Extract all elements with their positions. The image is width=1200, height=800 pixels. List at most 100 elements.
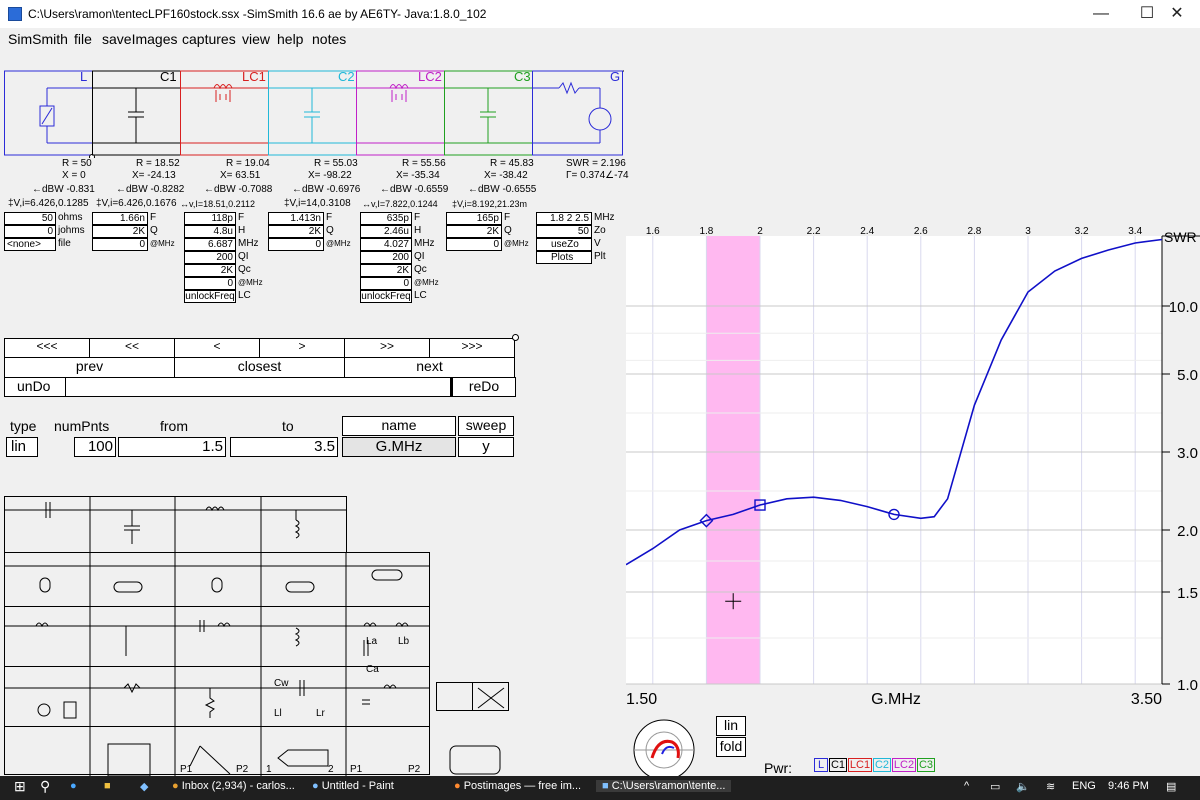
menu-bar: SimSmith file saveImages captures view h… (0, 28, 1200, 50)
nav-handle[interactable] (512, 334, 519, 341)
c3-value-0[interactable]: 165p (446, 212, 502, 225)
nav-first-button[interactable]: <<< (4, 338, 90, 358)
swr-chart-svg[interactable]: 1.6 1.8 2 2.2 2.4 2.6 2.8 3 3.2 3.4 10.0 5.0 3.0 2.0 1… (625, 222, 1200, 716)
lin-button[interactable]: lin (716, 716, 746, 736)
x-tick-label: 2.6 (914, 226, 928, 237)
c2-value-1[interactable]: 2K (268, 225, 324, 238)
sweep-field[interactable]: y (458, 437, 514, 457)
swr-chart[interactable]: 1.6 1.8 2 2.2 2.4 2.6 2.8 3 3.2 3.4 10.0 5.0 3.0 2.0 1… (625, 222, 1200, 716)
taskbar-firefox-label: Postimages — free im... (463, 780, 582, 792)
tray-language[interactable]: ENG (1072, 780, 1096, 792)
pwr-c2-toggle[interactable]: C2 (873, 758, 891, 772)
close-button[interactable]: ✕ (1154, 0, 1200, 28)
menu-view[interactable]: view (242, 31, 270, 47)
menu-notes[interactable]: notes (312, 31, 346, 47)
tray-volume-icon[interactable]: 🔈 (1016, 780, 1030, 793)
g-freq-value[interactable]: 1.8 2 2.5 (536, 212, 592, 225)
g-zo-value[interactable]: 50 (536, 225, 592, 238)
lc2-value-5[interactable]: 0 (360, 277, 412, 290)
tray-chevron-icon[interactable]: ^ (964, 780, 969, 792)
edge-icon[interactable]: ● (70, 780, 77, 792)
minimize-button[interactable]: — (1078, 0, 1124, 28)
l-value-1[interactable]: 0 (4, 225, 56, 238)
lc2-value-2[interactable]: 4.027 (360, 238, 412, 251)
nav-fastforward-button[interactable]: >> (344, 338, 430, 358)
palette-ca-label: Ca (366, 664, 379, 675)
nav-last-button[interactable]: >>> (429, 338, 515, 358)
name-field[interactable]: G.MHz (342, 437, 456, 457)
lc1-r: R = 19.04 (226, 158, 270, 169)
taskbar-explorer[interactable]: ■ C:\Users\ramon\tente... (596, 780, 732, 792)
taskbar-firefox[interactable]: ● Postimages — free im... (454, 780, 581, 792)
undo-history-bar[interactable] (65, 377, 451, 397)
c3-value-1[interactable]: 2K (446, 225, 502, 238)
pwr-c3-toggle[interactable]: C3 (917, 758, 935, 772)
app-icon-bird[interactable]: ◆ (140, 780, 148, 793)
c2-value-0[interactable]: 1.413n (268, 212, 324, 225)
lc1-value-0[interactable]: 118p (184, 212, 236, 225)
nav-forward-button[interactable]: > (259, 338, 345, 358)
usezo-button[interactable]: useZo (536, 238, 592, 251)
tray-battery-icon[interactable]: ▭ (990, 780, 1000, 793)
taskbar-paint[interactable]: ● Untitled - Paint (312, 780, 394, 792)
lc2-value-3[interactable]: 200 (360, 251, 412, 264)
redo-button[interactable]: reDo (452, 377, 516, 397)
firefox-icon: ● (454, 780, 461, 792)
circuit-schematic[interactable] (4, 68, 624, 160)
lc1-value-1[interactable]: 4.8u (184, 225, 236, 238)
explorer-icon[interactable]: ■ (104, 780, 111, 792)
prev-button[interactable]: prev (4, 357, 175, 378)
c1-value-1[interactable]: 2K (92, 225, 148, 238)
lc1-unlockfreq-button[interactable]: unlockFreq (184, 290, 236, 303)
pwr-lc1-toggle[interactable]: LC1 (848, 758, 872, 772)
component-palette[interactable]: Cw Ll Lr La Lb Ca P1 P2 1 2 P1 P2 (4, 496, 524, 777)
menu-captures[interactable]: captures (182, 31, 236, 47)
search-icon[interactable]: ⚲ (40, 778, 50, 795)
to-field[interactable]: 3.5 (230, 437, 338, 457)
lc2-value-0[interactable]: 635p (360, 212, 412, 225)
lc2-value-1[interactable]: 2.46u (360, 225, 412, 238)
fold-button[interactable]: fold (716, 737, 746, 757)
palette-port2-label: 2 (328, 764, 334, 775)
lc1-value-3[interactable]: 200 (184, 251, 236, 264)
taskbar-chrome[interactable]: ● Inbox (2,934) - carlos... (172, 780, 295, 792)
c2-value-2[interactable]: 0 (268, 238, 324, 251)
from-field[interactable]: 1.5 (118, 437, 226, 457)
lc1-value-4[interactable]: 2K (184, 264, 236, 277)
menu-file[interactable]: file (74, 31, 92, 47)
closest-button[interactable]: closest (174, 357, 345, 378)
nav-back-button[interactable]: < (174, 338, 260, 358)
lc2-unlockfreq-button[interactable]: unlockFreq (360, 290, 412, 303)
notification-icon[interactable]: ▤ (1166, 780, 1176, 793)
from-label: from (160, 418, 188, 434)
tray-clock[interactable]: 9:46 PM (1108, 780, 1149, 792)
menu-simsmith[interactable]: SimSmith (8, 31, 68, 47)
menu-saveimages[interactable]: saveImages (102, 31, 177, 47)
y-tick-label: 5.0 (1177, 367, 1198, 384)
nav-fastback-button[interactable]: << (89, 338, 175, 358)
numpnts-field[interactable]: 100 (74, 437, 116, 457)
l-value-0[interactable]: 50 (4, 212, 56, 225)
type-field[interactable]: lin (6, 437, 38, 457)
pwr-selector[interactable]: L C1 LC1 C2 LC2 C3 (814, 758, 944, 774)
l-file-value[interactable]: <none> (4, 238, 56, 251)
smith-thumbnail[interactable] (628, 714, 708, 781)
x-tick-label: 2.8 (967, 226, 981, 237)
menu-help[interactable]: help (277, 31, 303, 47)
lc1-value-5[interactable]: 0 (184, 277, 236, 290)
pwr-c1-toggle[interactable]: C1 (829, 758, 847, 772)
c1-value-2[interactable]: 0 (92, 238, 148, 251)
next-button[interactable]: next (344, 357, 515, 378)
plots-button[interactable]: Plots (536, 251, 592, 264)
c1-value-0[interactable]: 1.66n (92, 212, 148, 225)
component-palette-grid[interactable] (4, 496, 524, 777)
tray-wifi-icon[interactable]: ≋ (1046, 780, 1055, 793)
lc2-value-4[interactable]: 2K (360, 264, 412, 277)
c3-value-2[interactable]: 0 (446, 238, 502, 251)
lc1-value-2[interactable]: 6.687 (184, 238, 236, 251)
x-tick-label: 2.2 (807, 226, 821, 237)
windows-start-icon[interactable]: ⊞ (14, 778, 26, 795)
pwr-lc2-toggle[interactable]: LC2 (892, 758, 916, 772)
undo-button[interactable]: unDo (4, 377, 66, 397)
pwr-l-toggle[interactable]: L (814, 758, 828, 772)
